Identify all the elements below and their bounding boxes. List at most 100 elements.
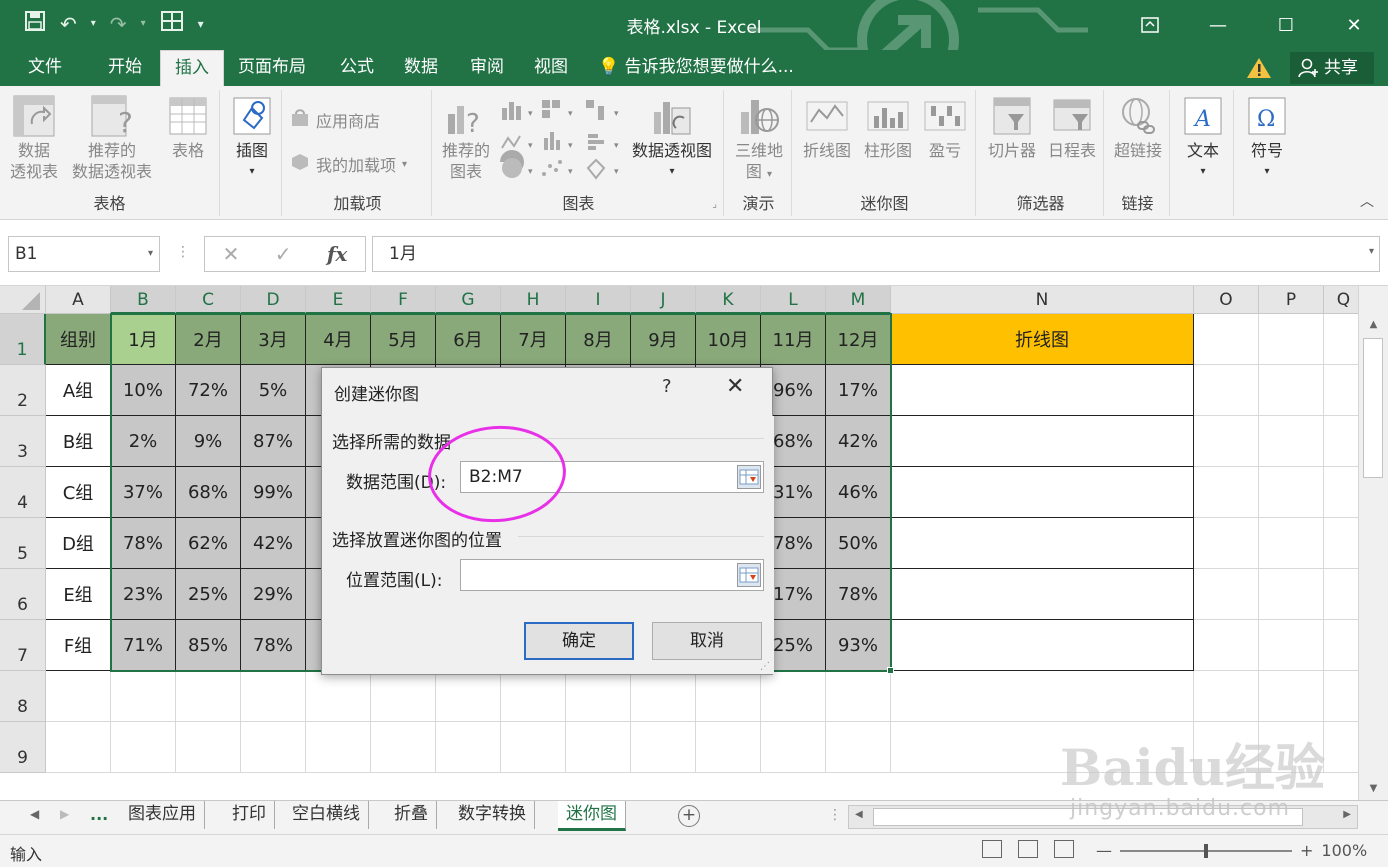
ribbon-display-icon[interactable] [1116, 0, 1184, 50]
column-header[interactable]: L [761, 286, 826, 314]
data-cell[interactable] [566, 722, 631, 773]
data-cell[interactable]: 50% [826, 518, 891, 569]
data-cell[interactable]: 85% [176, 620, 241, 671]
data-cell[interactable] [1194, 671, 1259, 722]
row-header[interactable]: 7 [0, 620, 46, 671]
data-cell[interactable] [1259, 569, 1324, 620]
data-cell[interactable] [306, 722, 371, 773]
3d-map-button[interactable]: 三维地 图 ▾ [730, 94, 788, 185]
data-cell[interactable] [176, 671, 241, 722]
insert-function-icon[interactable]: fx [327, 242, 348, 266]
column-header[interactable]: K [696, 286, 761, 314]
prev-sheet-icon[interactable]: ◀ [30, 807, 39, 821]
collapse-ribbon-icon[interactable]: ︿ [1360, 191, 1374, 211]
header-cell[interactable] [1324, 314, 1358, 365]
data-cell[interactable] [1259, 416, 1324, 467]
charts-dialog-launcher-icon[interactable]: ⌟ [712, 199, 717, 210]
row-header[interactable]: 4 [0, 467, 46, 518]
data-cell[interactable]: 99% [241, 467, 306, 518]
data-cell[interactable] [1324, 416, 1358, 467]
help-icon[interactable]: ? [662, 376, 672, 397]
zoom-out-icon[interactable]: — [1096, 841, 1112, 860]
data-cell[interactable] [46, 722, 111, 773]
header-cell[interactable]: 6月 [436, 314, 501, 365]
data-cell[interactable] [176, 722, 241, 773]
tell-me-search[interactable]: 💡 告诉我您想要做什么... [598, 50, 794, 86]
data-cell[interactable] [891, 569, 1194, 620]
column-header[interactable]: J [631, 286, 696, 314]
zoom-slider[interactable] [1120, 843, 1292, 858]
minimize-icon[interactable]: — [1184, 0, 1252, 50]
data-cell[interactable]: 87% [241, 416, 306, 467]
page-layout-view-icon[interactable] [1018, 840, 1038, 858]
column-header[interactable]: E [306, 286, 371, 314]
header-cell[interactable]: 12月 [826, 314, 891, 365]
column-header[interactable]: H [501, 286, 566, 314]
data-cell[interactable]: 23% [111, 569, 176, 620]
data-cell[interactable] [631, 722, 696, 773]
data-cell[interactable]: 46% [826, 467, 891, 518]
illustrations-button[interactable]: 插图 ▾ [226, 94, 278, 182]
data-cell[interactable] [1324, 671, 1358, 722]
symbol-button[interactable]: Ω 符号 ▾ [1240, 94, 1294, 182]
vertical-scroll-thumb[interactable] [1363, 338, 1383, 478]
data-cell[interactable] [501, 671, 566, 722]
column-header[interactable]: C [176, 286, 241, 314]
scroll-left-icon[interactable]: ◀ [855, 809, 863, 820]
tab-data[interactable]: 数据 [390, 50, 452, 86]
sheet-tab[interactable]: 空白横线 [284, 801, 369, 829]
data-cell[interactable] [241, 671, 306, 722]
data-cell[interactable] [891, 620, 1194, 671]
tab-view[interactable]: 视图 [520, 50, 582, 86]
data-cell[interactable] [1194, 416, 1259, 467]
row-header[interactable]: 5 [0, 518, 46, 569]
header-cell[interactable]: 8月 [566, 314, 631, 365]
data-cell[interactable]: 37% [111, 467, 176, 518]
data-cell[interactable] [696, 671, 761, 722]
zoom-in-icon[interactable]: + [1300, 841, 1313, 860]
store-button[interactable]: 应用商店 [290, 108, 380, 132]
column-header[interactable]: A [46, 286, 111, 314]
sheet-tab[interactable]: 图表应用 [120, 801, 205, 829]
data-cell[interactable] [1194, 467, 1259, 518]
column-header[interactable]: I [566, 286, 631, 314]
data-cell[interactable] [1324, 620, 1358, 671]
scroll-down-icon[interactable]: ▼ [1359, 778, 1388, 800]
header-cell[interactable]: 7月 [501, 314, 566, 365]
data-cell[interactable] [371, 722, 436, 773]
data-cell[interactable]: 72% [176, 365, 241, 416]
zoom-slider-thumb[interactable] [1204, 843, 1208, 858]
data-cell[interactable]: 42% [826, 416, 891, 467]
tab-file[interactable]: 文件 [14, 50, 76, 86]
column-header[interactable]: B [111, 286, 176, 314]
data-cell[interactable]: 78% [241, 620, 306, 671]
column-header[interactable]: Q [1324, 286, 1358, 314]
header-cell[interactable]: 折线图 [891, 314, 1194, 365]
header-cell[interactable]: 1月 [111, 314, 176, 365]
hyperlink-button[interactable]: 超链接 [1108, 94, 1168, 161]
data-cell[interactable]: E组 [46, 569, 111, 620]
column-header[interactable]: O [1194, 286, 1259, 314]
data-cell[interactable] [891, 467, 1194, 518]
header-cell[interactable]: 9月 [631, 314, 696, 365]
chart-type-gallery[interactable]: ▾ ▾ ▾ ▾ ▾ ▾ ▾ ▾ ▾ [500, 98, 626, 184]
data-cell[interactable] [1259, 365, 1324, 416]
data-cell[interactable] [891, 671, 1194, 722]
data-cell[interactable] [1259, 467, 1324, 518]
data-cell[interactable] [1194, 569, 1259, 620]
data-cell[interactable] [761, 722, 826, 773]
data-cell[interactable] [891, 365, 1194, 416]
data-cell[interactable] [306, 671, 371, 722]
data-cell[interactable] [1259, 671, 1324, 722]
data-cell[interactable] [111, 671, 176, 722]
column-header[interactable]: D [241, 286, 306, 314]
zoom-level[interactable]: 100% [1321, 841, 1367, 860]
data-cell[interactable] [1194, 620, 1259, 671]
header-cell[interactable]: 10月 [696, 314, 761, 365]
data-cell[interactable] [241, 722, 306, 773]
data-cell[interactable] [696, 722, 761, 773]
row-header[interactable]: 3 [0, 416, 46, 467]
header-cell[interactable]: 3月 [241, 314, 306, 365]
add-sheet-icon[interactable]: + [678, 805, 700, 827]
my-addins-button[interactable]: 我的加载项 ▾ [290, 152, 407, 176]
